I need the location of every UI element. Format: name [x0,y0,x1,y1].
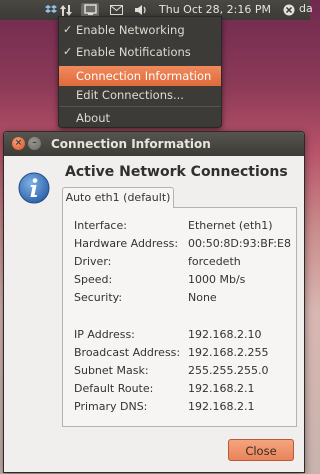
connection-details-panel: Interface: Ethernet (eth1) Hardware Addr… [62,207,297,427]
detail-key: IP Address: [74,328,135,341]
menu-item-connection-information[interactable]: Connection Information [59,66,221,86]
detail-row-hardware-address: Hardware Address: 00:50:8D:93:BF:E8 [74,237,296,253]
detail-value: 192.168.2.255 [188,346,269,359]
detail-key: Default Route: [74,382,154,395]
detail-value: 192.168.2.10 [188,328,262,341]
mail-icon[interactable] [110,3,123,17]
check-icon: ✓ [63,23,73,36]
menu-item-label: Enable Notifications [76,45,191,59]
detail-value: 00:50:8D:93:BF:E8 [188,237,291,250]
dropbox-icon[interactable] [45,3,57,17]
detail-key: Hardware Address: [74,237,179,250]
session-icon[interactable] [283,3,295,17]
menu-item-enable-networking[interactable]: ✓ Enable Networking [59,20,221,40]
detail-value: 1000 Mb/s [188,273,246,286]
dialog-heading: Active Network Connections [65,164,288,180]
close-button[interactable]: Close [228,439,294,461]
detail-value: 192.168.2.1 [188,400,255,413]
menu-item-label: Connection Information [76,69,212,83]
detail-value: 192.168.2.1 [188,382,255,395]
detail-row-primary-dns: Primary DNS: 192.168.2.1 [74,400,296,416]
check-icon: ✓ [63,45,73,58]
detail-key: Speed: [74,273,113,286]
connection-information-dialog: × – Connection Information Active Networ… [3,131,305,473]
dialog-title: Connection Information [51,137,211,151]
detail-key: Broadcast Address: [74,346,181,359]
detail-value: None [188,291,217,304]
minimize-window-icon[interactable]: – [28,137,41,150]
detail-key: Primary DNS: [74,400,148,413]
close-window-icon[interactable]: × [12,137,25,150]
panel-clock[interactable]: Thu Oct 28, 2:16 PM [159,3,271,16]
menu-item-label: Enable Networking [76,23,185,37]
menu-item-about[interactable]: About [59,108,221,128]
detail-row-interface: Interface: Ethernet (eth1) [74,219,296,235]
detail-row-default-route: Default Route: 192.168.2.1 [74,382,296,398]
detail-value: 255.255.255.0 [188,364,269,377]
menu-item-edit-connections[interactable]: Edit Connections... [59,85,221,105]
detail-key: Interface: [74,219,127,232]
network-manager-icon[interactable] [81,3,99,17]
detail-key: Subnet Mask: [74,364,149,377]
tab-auto-eth1[interactable]: Auto eth1 (default) [62,187,174,208]
volume-icon[interactable] [134,3,148,17]
menu-separator [59,106,221,107]
detail-row-ip-address: IP Address: 192.168.2.10 [74,328,296,344]
network-updown-icon[interactable] [60,3,72,17]
menu-item-label: Edit Connections... [76,88,184,102]
detail-key: Driver: [74,255,112,268]
menu-item-label: About [76,111,111,125]
detail-row-speed: Speed: 1000 Mb/s [74,273,296,289]
detail-row-security: Security: None [74,291,296,307]
dialog-titlebar[interactable]: × – Connection Information [4,132,304,156]
detail-row-subnet-mask: Subnet Mask: 255.255.255.0 [74,364,296,380]
panel-user-name[interactable]: da [299,2,313,15]
network-menu: ✓ Enable Networking ✓ Enable Notificatio… [58,16,222,128]
detail-row-broadcast-address: Broadcast Address: 192.168.2.255 [74,346,296,362]
info-icon [18,172,50,204]
detail-key: Security: [74,291,123,304]
detail-row-driver: Driver: forcedeth [74,255,296,271]
detail-value: forcedeth [188,255,241,268]
menu-item-enable-notifications[interactable]: ✓ Enable Notifications [59,42,221,62]
detail-value: Ethernet (eth1) [188,219,273,232]
